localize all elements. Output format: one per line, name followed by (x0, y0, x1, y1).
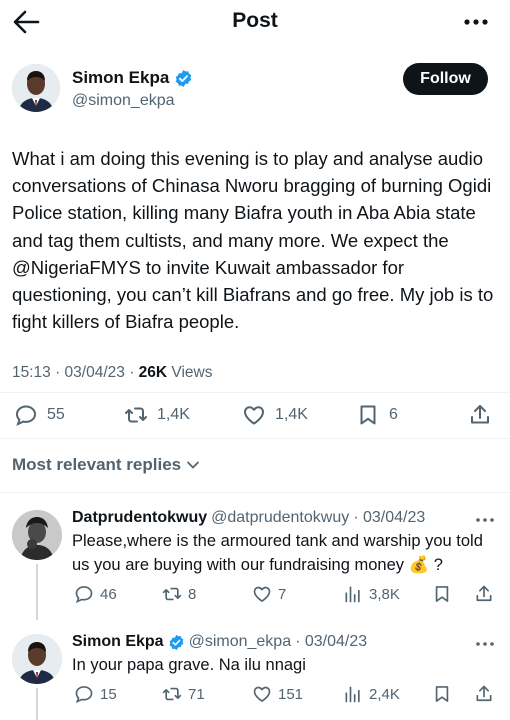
reply-avatar[interactable] (12, 510, 62, 560)
views-chart-icon (345, 586, 360, 603)
reply-author-name[interactable]: Simon Ekpa (72, 633, 164, 651)
divider (0, 438, 510, 439)
reply-author-handle[interactable]: @simon_ekpa (189, 633, 292, 651)
reply-reply-button[interactable]: 46 (74, 584, 117, 604)
reply-repost-count: 71 (188, 685, 205, 703)
author-handle[interactable]: @simon_ekpa (72, 92, 175, 110)
reply-action-bar: 46 8 7 3,8K (0, 584, 510, 608)
share-icon (476, 585, 492, 602)
repost-icon (162, 587, 182, 601)
reply-header: Datprudentokwuy @datprudentokwuy · 03/04… (72, 509, 425, 527)
more-options-icon[interactable] (462, 9, 490, 35)
page-title: Post (232, 9, 278, 32)
post-timestamp: 15:13 · 03/04/23 · (12, 364, 139, 381)
share-button[interactable] (468, 403, 492, 427)
reply-count: 55 (47, 406, 65, 423)
repost-button[interactable]: 1,4K (124, 403, 190, 427)
reply-bookmark-button[interactable] (432, 684, 452, 704)
repost-count: 1,4K (157, 406, 190, 423)
reply-more-icon[interactable] (474, 636, 496, 652)
repost-icon (125, 407, 147, 423)
reply-button[interactable]: 55 (14, 403, 65, 427)
reply-views-button[interactable]: 3,8K (343, 584, 400, 604)
divider (0, 392, 510, 393)
reply-icon (15, 405, 37, 426)
follow-button[interactable]: Follow (403, 63, 488, 95)
top-bar: Post (0, 0, 510, 44)
reply-header: Simon Ekpa @simon_ekpa · 03/04/23 (72, 633, 367, 651)
chevron-down-icon (187, 461, 200, 469)
reply-repost-button[interactable]: 8 (162, 584, 196, 604)
post-action-bar: 55 1,4K 1,4K 6 (0, 395, 510, 435)
heart-icon (253, 586, 271, 602)
reply-repost-button[interactable]: 71 (162, 684, 205, 704)
reply-author-name[interactable]: Datprudentokwuy (72, 509, 207, 527)
post-text: What i am doing this evening is to play … (12, 148, 494, 333)
author-name[interactable]: Simon Ekpa (72, 68, 193, 88)
view-count: 26K (138, 364, 168, 381)
heart-icon (244, 406, 264, 425)
bookmark-button[interactable]: 6 (356, 403, 398, 427)
repost-icon (162, 687, 182, 701)
reply-share-button[interactable] (474, 684, 494, 704)
reply-reply-count: 15 (100, 685, 117, 703)
reply-avatar[interactable] (12, 634, 62, 684)
reply-author-handle[interactable]: @datprudentokwuy (211, 509, 349, 527)
reply-reply-count: 46 (100, 585, 117, 603)
like-button[interactable]: 1,4K (242, 403, 308, 427)
like-count: 1,4K (275, 406, 308, 423)
reply-repost-count: 8 (188, 585, 197, 603)
reply-like-button[interactable]: 151 (252, 684, 303, 704)
reply-views-count: 3,8K (369, 585, 400, 603)
reply-text: In your papa grave. Na ilu nnagi (72, 656, 306, 674)
reply-text: Please,where is the armoured tank and wa… (72, 532, 483, 574)
verified-badge-icon (169, 634, 183, 650)
reply-item[interactable]: Simon Ekpa @simon_ekpa · 03/04/23 In you… (0, 624, 510, 720)
share-icon (476, 685, 492, 702)
reply-date: · 03/04/23 (353, 509, 426, 526)
reply-more-icon[interactable] (474, 512, 496, 528)
verified-badge-icon (176, 69, 192, 87)
replies-sort-dropdown[interactable]: Most relevant replies (12, 455, 201, 475)
post-meta: 15:13 · 03/04/23 · 26K Views (12, 364, 212, 382)
reply-date: · 03/04/23 (295, 633, 368, 650)
bookmark-icon (435, 586, 449, 602)
views-chart-icon (345, 686, 360, 703)
reply-share-button[interactable] (474, 584, 494, 604)
bookmark-count: 6 (389, 406, 398, 423)
reply-views-count: 2,4K (369, 685, 400, 703)
views-label: Views (167, 364, 213, 381)
reply-item[interactable]: Datprudentokwuy @datprudentokwuy · 03/04… (0, 500, 510, 620)
reply-like-count: 151 (278, 685, 304, 703)
reply-icon (75, 686, 93, 704)
author-name-text: Simon Ekpa (72, 68, 170, 87)
bookmark-icon (360, 405, 376, 425)
heart-icon (253, 686, 271, 702)
reply-bookmark-button[interactable] (432, 584, 452, 604)
replies-sort-label: Most relevant replies (12, 455, 182, 474)
reply-action-bar: 15 71 151 2,4K (0, 684, 510, 708)
bookmark-icon (435, 686, 449, 702)
reply-views-button[interactable]: 2,4K (343, 684, 400, 704)
divider (0, 492, 510, 493)
author-avatar[interactable] (12, 64, 60, 112)
reply-like-button[interactable]: 7 (252, 584, 286, 604)
reply-icon (75, 586, 93, 604)
reply-reply-button[interactable]: 15 (74, 684, 117, 704)
share-icon (471, 405, 489, 424)
reply-like-count: 7 (278, 585, 287, 603)
